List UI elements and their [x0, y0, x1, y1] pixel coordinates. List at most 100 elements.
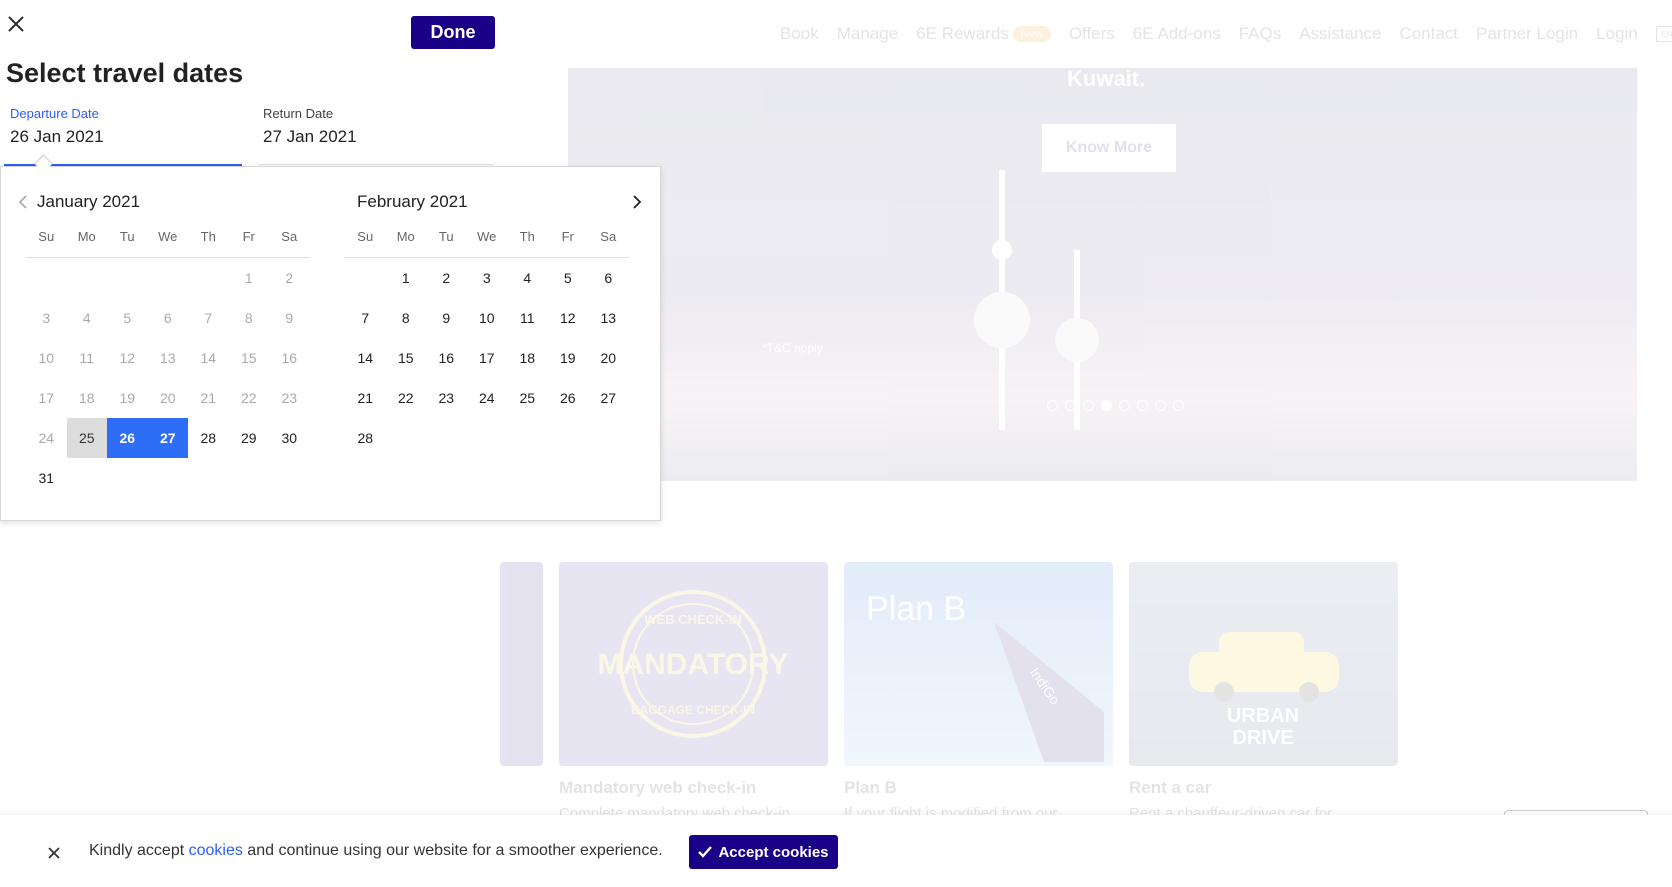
day-cell[interactable]: 8 [386, 298, 427, 338]
hero-terms: *T&C apply [762, 341, 823, 355]
day-cell[interactable]: 1 [386, 258, 427, 298]
card-rent-a-car: URBAN DRIVE [1129, 562, 1398, 766]
chevron-right-icon[interactable] [629, 193, 645, 211]
nav-assistance: Assistance [1299, 24, 1382, 43]
calendar-popover: January 2021 Su Mo Tu We Th Fr Sa 123456… [0, 166, 661, 521]
hero-caption: Kuwait. [1067, 66, 1146, 91]
return-date-label: Return Date [263, 106, 334, 121]
card-web-checkin: WEB CHECK-IN MANDATORY BAGGAGE CHECK-IN [559, 562, 828, 766]
day-cell[interactable]: 22 [386, 378, 427, 418]
day-cell[interactable]: 26 [548, 378, 589, 418]
day-cell[interactable]: 28 [188, 418, 229, 458]
day-cell[interactable]: 9 [426, 298, 467, 338]
weekday-label: Mo [396, 229, 415, 244]
day-cell-selected[interactable]: 27 [147, 418, 188, 458]
day-cell: 16 [281, 350, 298, 366]
day-cell[interactable]: 30 [269, 418, 310, 458]
weekday-label: We [158, 229, 178, 244]
day-cell: 4 [82, 310, 91, 326]
day-cell: 1 [244, 270, 253, 286]
nav-partner-login: Partner Login [1476, 24, 1579, 43]
day-grid: 1 2 3 4 5 6 7 8 9 10 11 12 13 14 15 16 17 18 19 20 21 22 23 24 2… [26, 258, 310, 498]
departure-date-field[interactable]: Departure Date 26 Jan 2021 [10, 106, 104, 147]
day-cell[interactable]: 6 [588, 258, 629, 298]
day-cell[interactable]: 25 [507, 378, 548, 418]
day-cell[interactable]: 18 [507, 338, 548, 378]
carousel-dot [1119, 400, 1130, 411]
new-badge: New [1012, 26, 1051, 42]
kuwait-tower-icon [974, 170, 1030, 430]
page-title: Select travel dates [6, 58, 244, 88]
day-cell-selected[interactable]: 26 [107, 418, 148, 458]
stamp-main-text: MANDATORY [597, 648, 788, 681]
nav-login: Login [1596, 24, 1638, 43]
return-underline [258, 164, 494, 165]
day-cell: 3 [42, 310, 51, 326]
departure-date-label: Departure Date [10, 106, 99, 121]
day-cell[interactable]: 19 [548, 338, 589, 378]
day-cell[interactable]: 4 [507, 258, 548, 298]
accept-cookies-label: Accept cookies [718, 843, 829, 861]
taxi-icon: URBAN DRIVE [1189, 632, 1339, 749]
weekday-label: Th [200, 229, 216, 244]
day-cell-today[interactable]: 25 [66, 418, 107, 458]
day-cell[interactable]: 24 [467, 378, 508, 418]
check-icon [698, 846, 713, 858]
day-cell[interactable]: 20 [588, 338, 629, 378]
day-cell[interactable]: 11 [507, 298, 548, 338]
accept-cookies-button[interactable]: Accept cookies [689, 835, 838, 869]
close-icon[interactable] [44, 843, 64, 863]
day-cell[interactable]: 16 [426, 338, 467, 378]
card-title: Rent a car [1129, 778, 1212, 797]
empty-day-cell [107, 258, 148, 298]
day-cell[interactable]: 17 [467, 338, 508, 378]
carousel-dots [1047, 400, 1184, 411]
stamp-top-text: WEB CHECK-IN [644, 612, 742, 627]
tail-text: IndiGo [1027, 665, 1064, 708]
day-cell[interactable]: 21 [345, 378, 386, 418]
mandatory-stamp-icon: WEB CHECK-IN MANDATORY BAGGAGE CHECK-IN [597, 590, 789, 738]
nav-contact: Contact [1399, 24, 1459, 43]
carousel-dot [1137, 400, 1148, 411]
empty-day-cell [188, 258, 229, 298]
month-title: January 2021 [37, 192, 141, 211]
weekday-label: Sa [281, 229, 298, 244]
day-cell[interactable]: 31 [26, 458, 67, 498]
weekday-label: Tu [119, 229, 135, 244]
carousel-dot [1047, 400, 1058, 411]
day-cell: 7 [204, 310, 213, 326]
cookie-message: Kindly accept cookies and continue using… [89, 842, 663, 860]
day-cell[interactable]: 23 [426, 378, 467, 418]
stamp-bottom-text: BAGGAGE CHECK-IN [631, 703, 755, 717]
day-cell: 10 [38, 350, 55, 366]
cookie-suffix: and continue using our website for a smo… [242, 842, 663, 859]
close-icon[interactable] [4, 12, 28, 36]
day-cell[interactable]: 2 [426, 258, 467, 298]
day-cell[interactable]: 29 [229, 418, 270, 458]
empty-day-cell [26, 258, 67, 298]
day-cell[interactable]: 10 [467, 298, 508, 338]
day-cell[interactable]: 27 [588, 378, 629, 418]
day-cell[interactable]: 28 [345, 418, 386, 458]
day-cell: 6 [163, 310, 172, 326]
empty-day-cell [148, 258, 189, 298]
day-cell[interactable]: 12 [548, 298, 589, 338]
day-cell[interactable]: 5 [548, 258, 589, 298]
day-cell[interactable]: 3 [467, 258, 508, 298]
done-button[interactable]: Done [411, 16, 495, 49]
day-cell[interactable]: 13 [588, 298, 629, 338]
plane-tail-icon: Plan B IndiGo [866, 590, 1104, 762]
cookies-link[interactable]: cookies [189, 842, 243, 859]
day-cell[interactable]: 15 [386, 338, 427, 378]
weekday-label: Su [357, 229, 374, 244]
day-cell: 5 [123, 310, 132, 326]
return-date-field[interactable]: Return Date 27 Jan 2021 [263, 106, 357, 147]
day-cell[interactable]: 14 [345, 338, 386, 378]
weekday-header: Su Mo Tu We Th Fr Sa [345, 229, 629, 258]
site-nav: Book Manage 6E Rewards New Offers 6E Add… [780, 24, 1672, 44]
chevron-left-icon[interactable] [15, 193, 31, 211]
weekday-label: We [477, 229, 497, 244]
day-cell[interactable]: 7 [345, 298, 386, 338]
weekday-label: Tu [438, 229, 454, 244]
day-cell: 20 [159, 390, 176, 406]
